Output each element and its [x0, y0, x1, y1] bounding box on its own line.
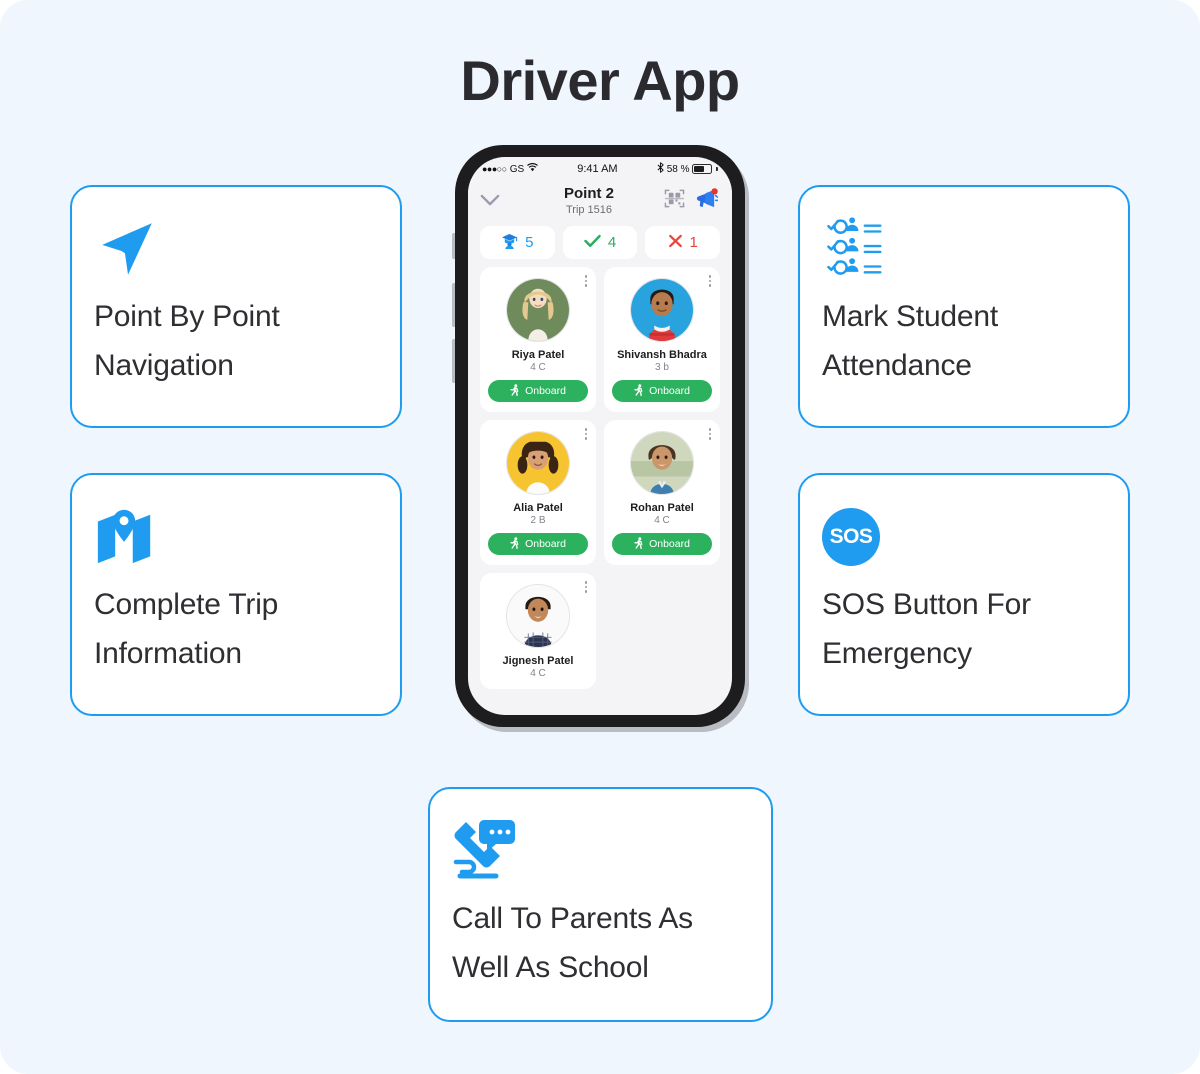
onboard-button[interactable]: Onboard — [612, 380, 712, 402]
sos-badge-text: SOS — [822, 508, 880, 566]
stat-value: 4 — [607, 234, 617, 251]
onboard-button[interactable]: Onboard — [488, 380, 588, 402]
walking-person-icon — [510, 536, 520, 552]
chevron-down-icon[interactable] — [480, 194, 514, 207]
check-icon — [584, 234, 601, 252]
more-options-icon[interactable] — [708, 275, 711, 287]
onboard-label: Onboard — [649, 385, 690, 397]
attendance-checklist-icon — [822, 213, 1106, 285]
student-cap-icon — [501, 233, 518, 253]
avatar — [506, 584, 570, 648]
feature-card-navigation[interactable]: Point By Point Navigation — [70, 185, 402, 428]
student-card[interactable]: Jignesh Patel 4 C — [480, 573, 596, 689]
phone-app-header: Point 2 Trip 1516 — [468, 179, 732, 224]
bluetooth-icon — [657, 162, 664, 176]
student-name: Riya Patel — [511, 349, 565, 361]
student-class: 2 B — [530, 515, 546, 526]
onboard-label: Onboard — [525, 385, 566, 397]
stat-chip-row: 5 4 1 — [468, 224, 732, 267]
walking-person-icon — [634, 383, 644, 399]
trip-subtitle: Trip 1516 — [565, 204, 613, 216]
feature-card-sos[interactable]: SOS SOS Button For Emergency — [798, 473, 1130, 716]
feature-label: Call To Parents As Well As School — [452, 902, 693, 984]
more-options-icon[interactable] — [708, 428, 711, 440]
onboard-button[interactable]: Onboard — [612, 533, 712, 555]
student-class: 4 C — [654, 515, 670, 526]
page-title: Driver App — [460, 49, 740, 112]
avatar — [630, 431, 694, 495]
onboard-label: Onboard — [649, 538, 690, 550]
more-options-icon[interactable] — [584, 275, 587, 287]
walking-person-icon — [510, 383, 520, 399]
status-bar: ●●●○○ GS 9:41 AM 58 % — [468, 157, 732, 179]
navigation-arrow-icon — [94, 213, 378, 285]
battery-icon — [692, 164, 713, 174]
battery-percent-label: 58 % — [666, 163, 690, 175]
walking-person-icon — [634, 536, 644, 552]
point-title: Point 2 — [563, 185, 614, 202]
student-name: Rohan Patel — [630, 502, 694, 514]
feature-card-attendance[interactable]: Mark Student Attendance — [798, 185, 1130, 428]
feature-label: Mark Student Attendance — [822, 300, 999, 382]
header-actions — [664, 187, 720, 214]
stat-chip-total[interactable]: 5 — [480, 226, 555, 259]
more-options-icon[interactable] — [584, 428, 587, 440]
phone-screen: ●●●○○ GS 9:41 AM 58 % Point 2 Trip 1516 … — [468, 157, 732, 715]
onboard-button[interactable]: Onboard — [488, 533, 588, 555]
student-grid: Riya Patel 4 C Onboard Shivansh Bhadra 3… — [468, 267, 732, 689]
avatar — [506, 278, 570, 342]
student-class: 4 C — [530, 362, 546, 373]
student-class: 3 b — [655, 362, 669, 373]
poster-root: Driver App Point By Point Navigation Com… — [0, 0, 1200, 1074]
carrier-label: GS — [509, 163, 525, 175]
header-title-group: Point 2 Trip 1516 — [514, 185, 664, 216]
student-class: 4 C — [530, 668, 546, 679]
student-card[interactable]: Alia Patel 2 B Onboard — [480, 420, 596, 565]
student-name: Jignesh Patel — [502, 655, 574, 667]
signal-dots-icon: ●●●○○ — [482, 164, 507, 174]
avatar — [506, 431, 570, 495]
feature-label: SOS Button For Emergency — [822, 588, 1031, 670]
feature-card-call[interactable]: Call To Parents As Well As School — [428, 787, 773, 1022]
map-pin-icon — [94, 501, 378, 573]
stat-value: 5 — [525, 234, 534, 251]
feature-label: Complete Trip Information — [94, 588, 279, 670]
student-card[interactable]: Riya Patel 4 C Onboard — [480, 267, 596, 412]
student-name: Shivansh Bhadra — [617, 349, 707, 361]
feature-label: Point By Point Navigation — [94, 300, 280, 382]
onboard-label: Onboard — [525, 538, 566, 550]
sos-badge-icon: SOS — [822, 501, 1106, 573]
feature-card-trip-info[interactable]: Complete Trip Information — [70, 473, 402, 716]
stat-value: 1 — [689, 234, 698, 251]
status-time: 9:41 AM — [577, 163, 618, 175]
qr-scan-icon[interactable] — [664, 188, 685, 214]
stat-chip-absent[interactable]: 1 — [645, 226, 721, 259]
phone-mockup: ●●●○○ GS 9:41 AM 58 % Point 2 Trip 1516 … — [452, 145, 749, 732]
phone-chat-icon — [452, 815, 749, 887]
stat-chip-present[interactable]: 4 — [562, 226, 638, 259]
student-name: Alia Patel — [513, 502, 563, 514]
student-card[interactable]: Shivansh Bhadra 3 b Onboard — [604, 267, 720, 412]
megaphone-icon[interactable] — [695, 187, 719, 214]
avatar — [630, 278, 694, 342]
wifi-icon — [527, 163, 539, 175]
more-options-icon[interactable] — [584, 581, 587, 593]
cross-icon — [668, 234, 683, 252]
student-card[interactable]: Rohan Patel 4 C Onboard — [604, 420, 720, 565]
